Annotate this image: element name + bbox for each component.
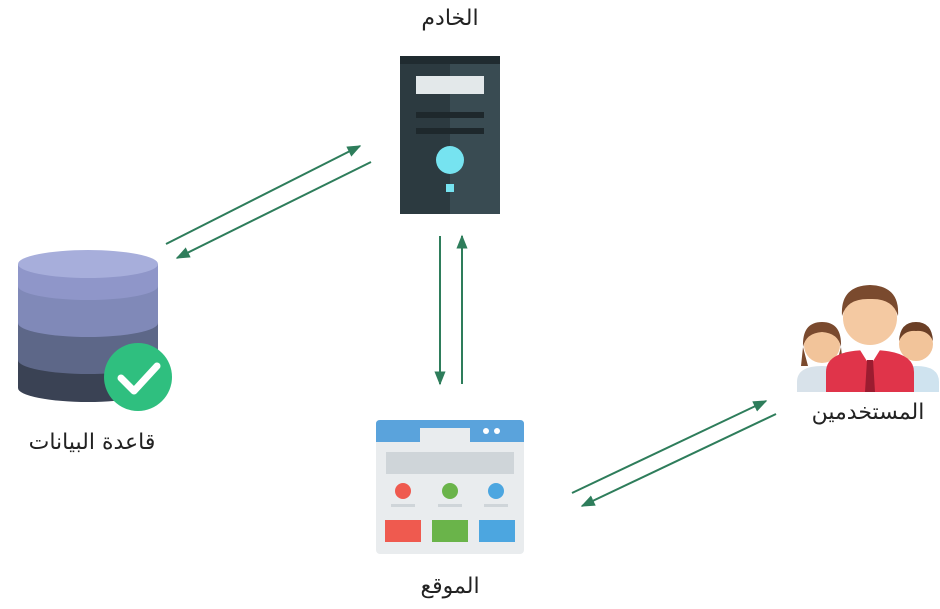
users-icon: [797, 285, 939, 392]
arrow-website-to-users: [571, 400, 768, 494]
arrow-database-to-server: [165, 145, 362, 245]
arrow-users-to-website: [580, 413, 777, 507]
website-icon: [376, 420, 524, 554]
server-label: الخادم: [421, 6, 479, 31]
users-label: المستخدمين: [811, 400, 925, 425]
website-label: الموقع: [420, 574, 480, 599]
server-icon: [400, 56, 500, 214]
database-label: قاعدة البيانات: [28, 430, 156, 455]
architecture-diagram: [18, 56, 939, 554]
arrow-server-to-database: [175, 161, 372, 259]
database-icon: [18, 250, 172, 411]
check-badge-icon: [104, 343, 172, 411]
